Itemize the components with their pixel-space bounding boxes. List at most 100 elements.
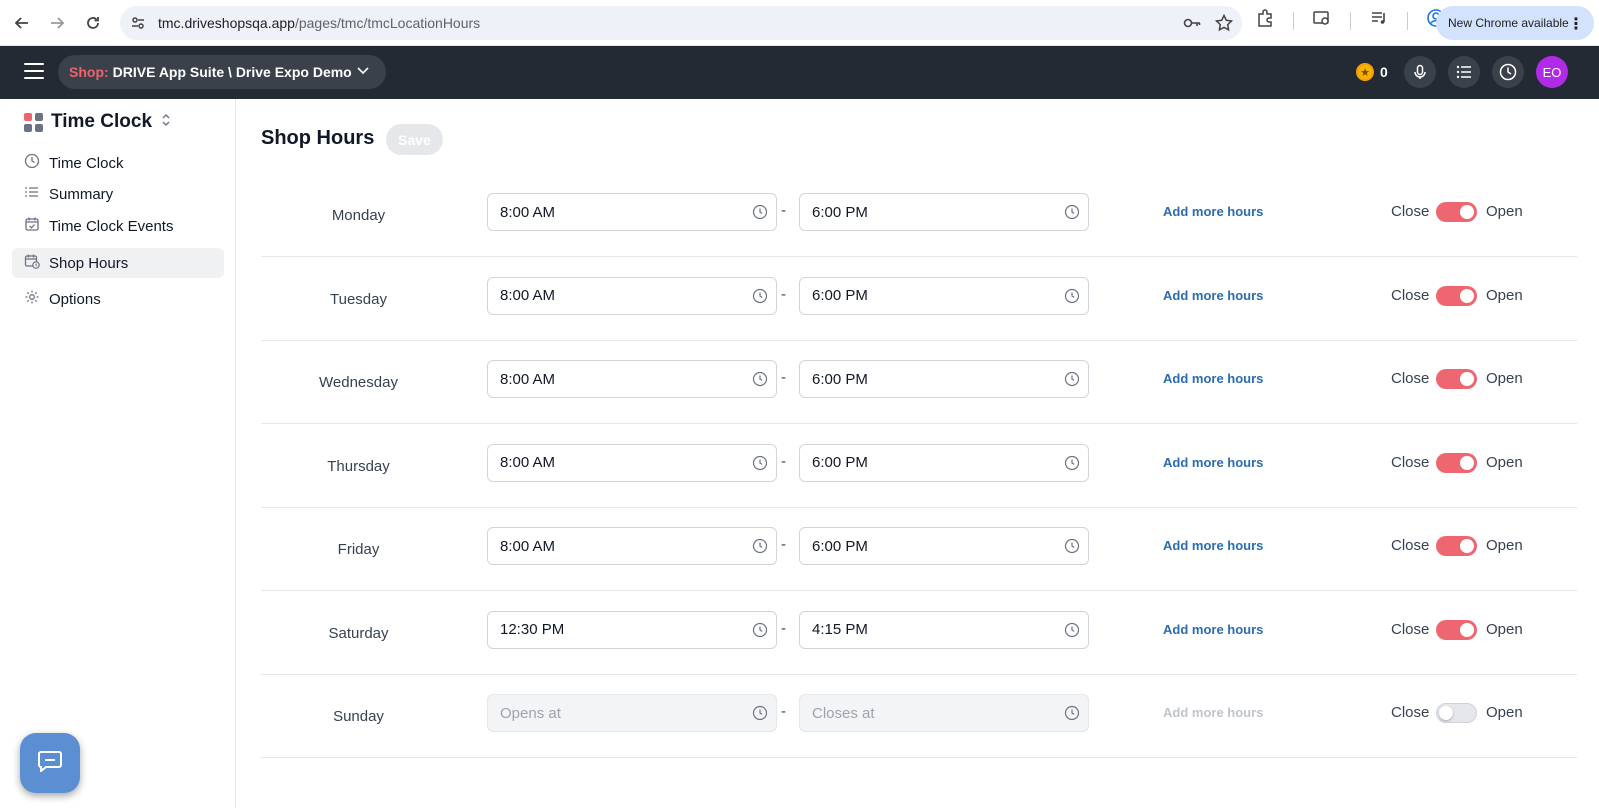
opens-at-input[interactable]: Opens at xyxy=(487,694,777,732)
opens-at-input[interactable]: 12:30 PM xyxy=(487,610,777,649)
open-close-toggle[interactable] xyxy=(1436,452,1477,473)
clock-icon xyxy=(24,153,40,173)
clock-icon[interactable] xyxy=(752,371,768,391)
opens-at-input[interactable]: 8:00 AM xyxy=(487,276,777,315)
add-more-hours-link[interactable]: Add more hours xyxy=(1163,538,1263,553)
opens-at-input[interactable]: 8:00 AM xyxy=(487,527,777,565)
add-more-hours-link[interactable]: Add more hours xyxy=(1163,371,1263,386)
closes-at-value: 4:15 PM xyxy=(812,621,868,638)
sidebar-item-time-clock[interactable]: Time Clock xyxy=(12,148,224,178)
sidebar-item-options[interactable]: Options xyxy=(12,284,224,314)
add-more-hours-link[interactable]: Add more hours xyxy=(1163,455,1263,470)
password-key-icon[interactable] xyxy=(1182,13,1202,38)
clock-icon[interactable] xyxy=(752,455,768,475)
close-label: Close xyxy=(1391,453,1430,471)
new-chrome-available-button[interactable]: New Chrome available ⋮ xyxy=(1436,6,1594,40)
sidebar-item-summary[interactable]: Summary xyxy=(12,179,224,209)
closes-at-input[interactable]: Closes at xyxy=(799,694,1089,732)
clock-icon[interactable] xyxy=(752,622,768,642)
microphone-icon[interactable] xyxy=(1404,56,1436,88)
open-label: Open xyxy=(1486,203,1523,220)
clock-icon[interactable] xyxy=(752,204,768,224)
coin-icon: ★ xyxy=(1356,63,1374,81)
clock-icon[interactable] xyxy=(1064,288,1080,308)
clock-icon[interactable] xyxy=(1064,622,1080,642)
list-icon xyxy=(24,184,40,204)
close-label: Close xyxy=(1391,537,1430,554)
add-more-hours-link[interactable]: Add more hours xyxy=(1163,622,1263,637)
chat-button[interactable] xyxy=(20,733,80,793)
clock-icon[interactable] xyxy=(1064,371,1080,391)
opens-at-input[interactable]: 8:00 AM xyxy=(487,360,777,398)
close-label: Close xyxy=(1391,286,1430,304)
closes-at-input[interactable]: 4:15 PM xyxy=(799,610,1089,649)
extensions-icon[interactable] xyxy=(1255,8,1275,33)
avatar[interactable]: EO xyxy=(1536,56,1568,88)
closes-at-input[interactable]: 6:00 PM xyxy=(799,360,1089,398)
closes-at-value: 6:00 PM xyxy=(812,203,868,221)
closes-at-input[interactable]: 6:00 PM xyxy=(799,527,1089,565)
chrome-menu-icon[interactable]: ⋮ xyxy=(1568,14,1584,34)
add-more-hours-link[interactable]: Add more hours xyxy=(1163,288,1263,303)
time-separator: - xyxy=(781,285,786,303)
close-label: Close xyxy=(1391,370,1430,387)
clock-icon[interactable] xyxy=(1064,455,1080,475)
open-close-toggle[interactable] xyxy=(1436,285,1477,306)
site-info-icon[interactable] xyxy=(130,15,146,36)
app-switcher[interactable]: Time Clock xyxy=(24,111,172,133)
clock-icon[interactable] xyxy=(752,538,768,558)
opens-at-input[interactable]: 8:00 AM xyxy=(487,193,777,231)
day-label: Sunday xyxy=(333,708,384,725)
save-button[interactable]: Save xyxy=(386,124,443,155)
open-close-toggle[interactable] xyxy=(1436,369,1477,389)
shop-selector[interactable]: Shop: DRIVE App Suite \ Drive Expo Demo xyxy=(58,55,386,89)
open-close-toggle[interactable] xyxy=(1436,202,1477,222)
hamburger-menu-icon[interactable] xyxy=(24,63,44,81)
clock-icon[interactable] xyxy=(752,705,768,725)
add-more-hours-link[interactable]: Add more hours xyxy=(1163,705,1263,720)
tab-search-icon[interactable] xyxy=(1312,8,1332,33)
bookmark-star-icon[interactable] xyxy=(1214,13,1234,38)
day-label: Tuesday xyxy=(330,290,387,308)
opens-at-input[interactable]: 8:00 AM xyxy=(487,443,777,482)
clock-icon[interactable] xyxy=(752,288,768,308)
opens-at-value: 12:30 PM xyxy=(500,621,565,638)
sidebar-item-shop-hours[interactable]: Shop Hours xyxy=(12,248,224,278)
closes-at-value: 6:00 PM xyxy=(812,537,868,555)
open-label: Open xyxy=(1486,620,1523,638)
open-label: Open xyxy=(1486,537,1523,554)
sidebar-item-time-clock-events[interactable]: Time Clock Events xyxy=(12,211,224,241)
task-list-icon[interactable] xyxy=(1448,56,1480,88)
open-close-toggle[interactable] xyxy=(1436,536,1477,556)
address-bar[interactable]: tmc.driveshopsqa.app/pages/tmc/tmcLocati… xyxy=(120,6,1242,40)
reload-icon[interactable] xyxy=(78,8,108,38)
clock-icon[interactable] xyxy=(1492,56,1524,88)
coin-counter[interactable]: ★ 0 xyxy=(1356,63,1388,81)
day-label: Thursday xyxy=(327,457,390,475)
day-label: Wednesday xyxy=(319,374,398,391)
day-row-saturday: Saturday 12:30 PM - 4:15 PM Add more hou… xyxy=(261,592,1577,675)
clock-icon[interactable] xyxy=(1064,705,1080,725)
new-chrome-label: New Chrome available xyxy=(1448,16,1569,30)
forward-icon[interactable] xyxy=(42,8,72,38)
toggle-knob xyxy=(1460,205,1474,219)
closes-at-input[interactable]: 6:00 PM xyxy=(799,443,1089,482)
back-icon[interactable] xyxy=(7,8,37,38)
clock-icon[interactable] xyxy=(1064,204,1080,224)
closes-at-input[interactable]: 6:00 PM xyxy=(799,276,1089,315)
shop-prefix: Shop: xyxy=(69,64,109,80)
clock-icon[interactable] xyxy=(1064,538,1080,558)
gear-icon xyxy=(24,289,40,309)
time-separator: - xyxy=(781,619,786,637)
opens-at-value: 8:00 AM xyxy=(500,537,556,555)
open-label: Open xyxy=(1486,370,1523,387)
add-more-hours-link[interactable]: Add more hours xyxy=(1163,204,1263,219)
opens-at-value: 8:00 AM xyxy=(500,454,556,471)
closes-at-input[interactable]: 6:00 PM xyxy=(799,193,1089,231)
sidebar: Time Clock Time Clock Summary Time Clock… xyxy=(0,99,236,808)
open-close-toggle[interactable] xyxy=(1436,619,1477,640)
open-close-toggle[interactable] xyxy=(1436,703,1477,723)
opens-at-value: 8:00 AM xyxy=(500,203,556,221)
media-queue-icon[interactable] xyxy=(1369,8,1389,33)
close-label: Close xyxy=(1391,620,1430,638)
